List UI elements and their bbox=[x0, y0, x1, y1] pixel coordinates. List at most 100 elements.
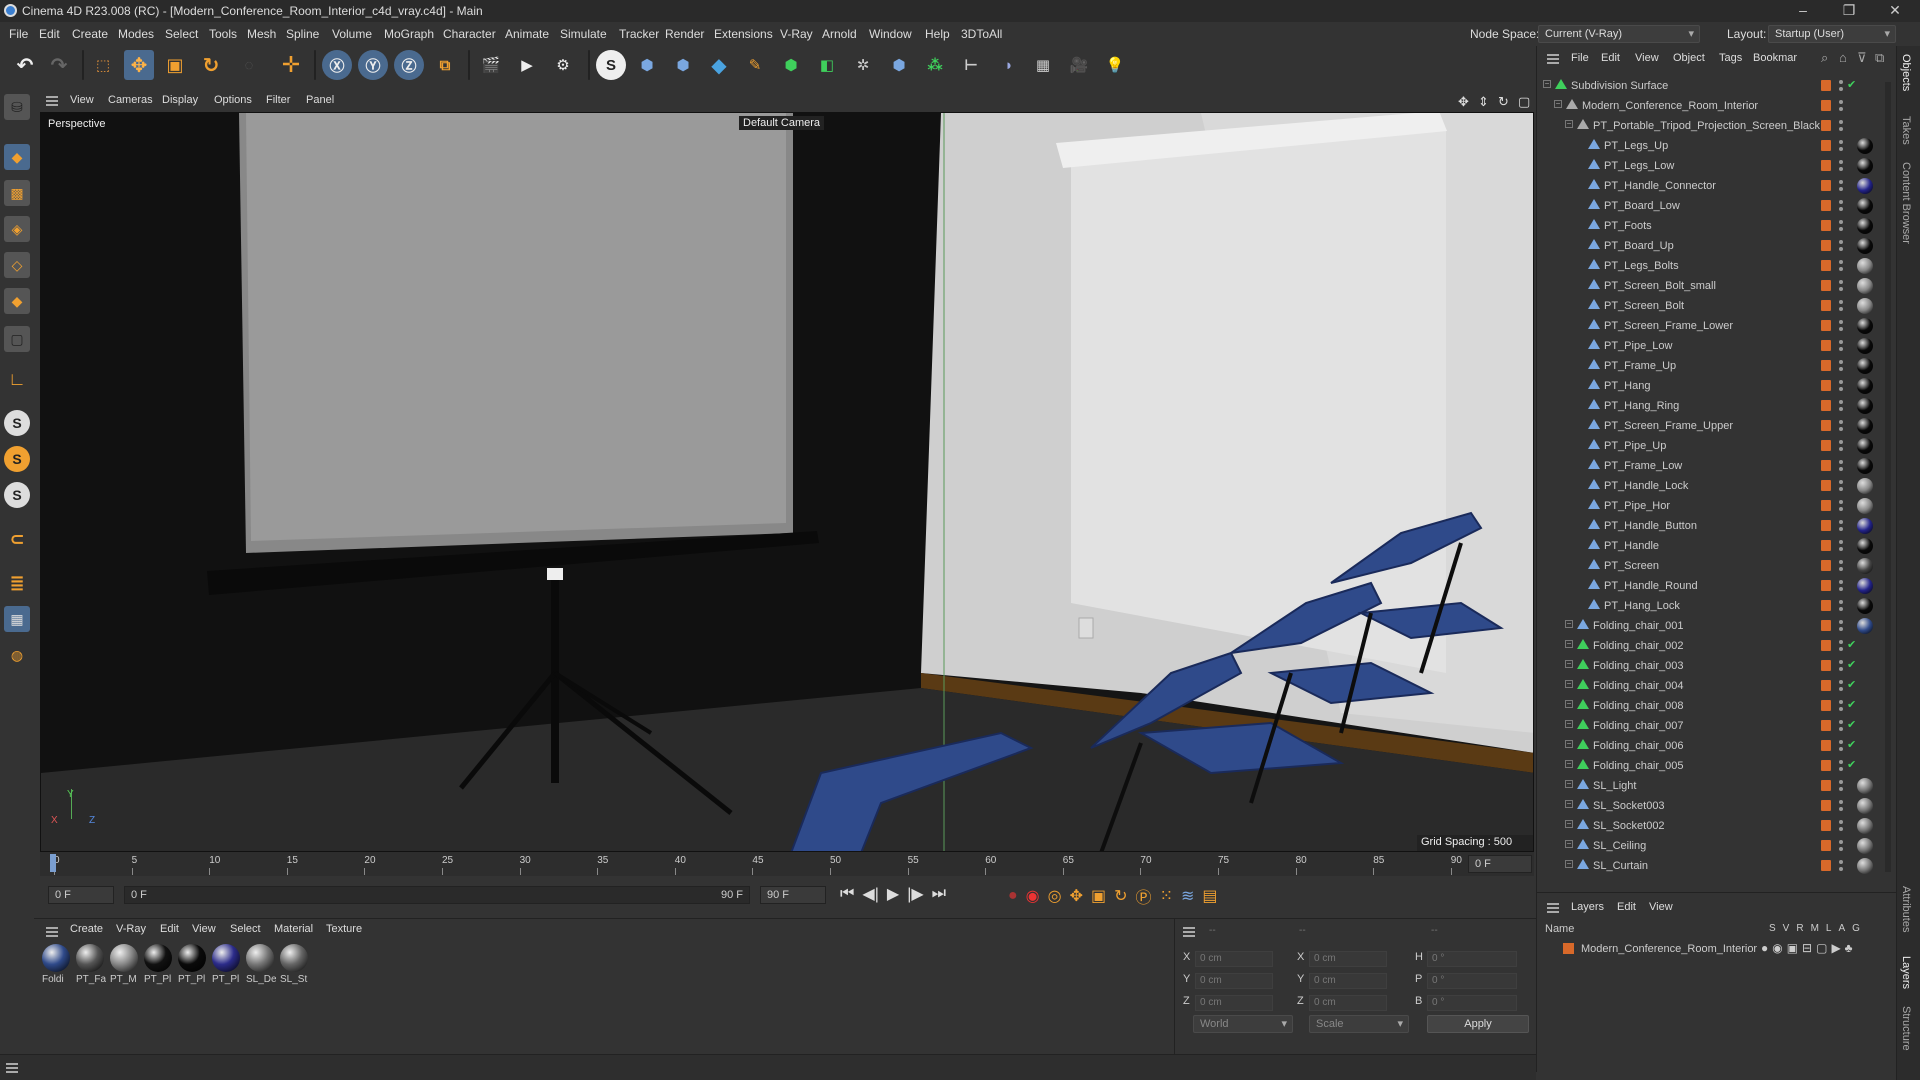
key-position-icon[interactable]: ✥ bbox=[1070, 886, 1083, 906]
object-name[interactable]: PT_Screen_Frame_Lower bbox=[1604, 320, 1733, 332]
viewport-zoom-icon[interactable]: ⇕ bbox=[1478, 94, 1489, 110]
object-name[interactable]: Folding_chair_004 bbox=[1593, 680, 1684, 692]
layer-color-tag[interactable] bbox=[1821, 560, 1831, 571]
minimize-button[interactable]: – bbox=[1780, 0, 1826, 22]
expand-toggle-icon[interactable] bbox=[1576, 440, 1584, 448]
material-label[interactable]: SL_St bbox=[280, 974, 310, 985]
layer-color-tag[interactable] bbox=[1821, 660, 1831, 671]
menu-edit[interactable]: Edit bbox=[39, 27, 60, 41]
object-row[interactable]: − Folding_chair_003 ✔ bbox=[1537, 656, 1883, 676]
layer-color-tag[interactable] bbox=[1821, 160, 1831, 171]
grid-icon[interactable]: ▦ bbox=[4, 606, 30, 632]
close-button[interactable]: ✕ bbox=[1872, 0, 1918, 22]
viewport-rotate-icon[interactable]: ↻ bbox=[1498, 94, 1509, 110]
object-name[interactable]: PT_Screen_Bolt_small bbox=[1604, 280, 1716, 292]
tab-objects[interactable]: Objects bbox=[1900, 54, 1912, 91]
object-row[interactable]: − Folding_chair_004 ✔ bbox=[1537, 676, 1883, 696]
enabled-check-icon[interactable]: ✔ bbox=[1847, 738, 1856, 751]
undo-icon[interactable]: ↶ bbox=[10, 50, 40, 80]
key-pla-icon[interactable]: ⁙ bbox=[1160, 886, 1173, 906]
material-tag-icon[interactable] bbox=[1857, 498, 1873, 514]
layer-color-tag[interactable] bbox=[1821, 840, 1831, 851]
material-menu-create[interactable]: Create bbox=[70, 923, 103, 935]
object-name[interactable]: PT_Pipe_Low bbox=[1604, 340, 1673, 352]
object-row[interactable]: − SL_Socket002 bbox=[1537, 816, 1883, 836]
visibility-dots-icon[interactable] bbox=[1839, 779, 1843, 793]
material-tag-icon[interactable] bbox=[1857, 218, 1873, 234]
tab-structure[interactable]: Structure bbox=[1900, 1006, 1912, 1051]
layers-hamburger-icon[interactable] bbox=[1547, 903, 1559, 913]
expand-toggle-icon[interactable]: − bbox=[1565, 780, 1573, 788]
layer-color-tag[interactable] bbox=[1821, 600, 1831, 611]
material-swatch[interactable] bbox=[212, 944, 240, 972]
material-label[interactable]: Foldi bbox=[42, 974, 72, 985]
object-name[interactable]: SL_Light bbox=[1593, 780, 1636, 792]
objects-home-icon[interactable]: ⌂ bbox=[1839, 50, 1847, 65]
expand-toggle-icon[interactable] bbox=[1576, 160, 1584, 168]
material-tag-icon[interactable] bbox=[1857, 298, 1873, 314]
object-row[interactable]: PT_Screen_Bolt bbox=[1537, 296, 1883, 316]
layer-color-tag[interactable] bbox=[1821, 780, 1831, 791]
enabled-check-icon[interactable]: ✔ bbox=[1847, 678, 1856, 691]
material-tag-icon[interactable] bbox=[1857, 318, 1873, 334]
menu-tools[interactable]: Tools bbox=[209, 27, 237, 41]
object-row[interactable]: PT_Board_Up bbox=[1537, 236, 1883, 256]
object-name[interactable]: PT_Foots bbox=[1604, 220, 1652, 232]
visibility-dots-icon[interactable] bbox=[1839, 599, 1843, 613]
expand-toggle-icon[interactable] bbox=[1576, 520, 1584, 528]
python-icon-3[interactable]: ⬢ bbox=[884, 50, 914, 80]
render-view-icon[interactable]: 🎬 bbox=[476, 50, 506, 80]
object-row[interactable]: PT_Frame_Up bbox=[1537, 356, 1883, 376]
x-axis-icon[interactable]: Ⓧ bbox=[322, 50, 352, 80]
object-row[interactable]: PT_Hang_Lock bbox=[1537, 596, 1883, 616]
layer-color-tag[interactable] bbox=[1821, 520, 1831, 531]
object-name[interactable]: PT_Handle_Connector bbox=[1604, 180, 1716, 192]
expand-toggle-icon[interactable] bbox=[1576, 340, 1584, 348]
object-name[interactable]: PT_Frame_Up bbox=[1604, 360, 1676, 372]
expand-toggle-icon[interactable]: − bbox=[1565, 820, 1573, 828]
layers-menu-view[interactable]: View bbox=[1649, 901, 1673, 913]
material-tag-icon[interactable] bbox=[1857, 358, 1873, 374]
expand-toggle-icon[interactable] bbox=[1576, 180, 1584, 188]
viewport-move-icon[interactable]: ✥ bbox=[1458, 94, 1469, 110]
object-name[interactable]: PT_Portable_Tripod_Projection_Screen_Bla… bbox=[1593, 120, 1820, 132]
visibility-dots-icon[interactable] bbox=[1839, 279, 1843, 293]
material-tag-icon[interactable] bbox=[1857, 558, 1873, 574]
object-row[interactable]: PT_Frame_Low bbox=[1537, 456, 1883, 476]
objects-search-icon[interactable]: ⌕ bbox=[1821, 50, 1828, 66]
layer-color-tag[interactable] bbox=[1821, 720, 1831, 731]
layer-color-tag[interactable] bbox=[1821, 480, 1831, 491]
make-editable-icon[interactable]: ⛁ bbox=[4, 94, 30, 120]
object-row[interactable]: PT_Board_Low bbox=[1537, 196, 1883, 216]
visibility-dots-icon[interactable] bbox=[1839, 639, 1843, 653]
layer-color-tag[interactable] bbox=[1821, 300, 1831, 311]
layers-menu-edit[interactable]: Edit bbox=[1617, 901, 1636, 913]
enabled-check-icon[interactable]: ✔ bbox=[1847, 758, 1856, 771]
coord-value-field[interactable]: 0 ° bbox=[1427, 995, 1517, 1011]
layer-color-tag[interactable] bbox=[1821, 440, 1831, 451]
coord-value-field[interactable]: 0 cm bbox=[1195, 995, 1273, 1011]
material-menu-texture[interactable]: Texture bbox=[326, 923, 362, 935]
viewport-menu-display[interactable]: Display bbox=[162, 94, 198, 106]
visibility-dots-icon[interactable] bbox=[1839, 719, 1843, 733]
layer-row[interactable]: Modern_Conference_Room_Interior ●◉▣⊟▢▶♣ bbox=[1537, 939, 1883, 959]
material-menu-vray[interactable]: V-Ray bbox=[116, 923, 146, 935]
visibility-dots-icon[interactable] bbox=[1839, 619, 1843, 633]
tab-content-browser[interactable]: Content Browser bbox=[1900, 162, 1912, 244]
visibility-dots-icon[interactable] bbox=[1839, 219, 1843, 233]
objects-menu-object[interactable]: Object bbox=[1673, 52, 1705, 64]
expand-toggle-icon[interactable] bbox=[1576, 140, 1584, 148]
coordinate-system-icon[interactable]: ⧉ bbox=[430, 50, 460, 80]
timeline-window-icon[interactable]: ▤ bbox=[1202, 886, 1217, 906]
object-name[interactable]: PT_Pipe_Up bbox=[1604, 440, 1666, 452]
visibility-dots-icon[interactable] bbox=[1839, 459, 1843, 473]
object-row[interactable]: PT_Pipe_Up bbox=[1537, 436, 1883, 456]
layer-color-tag[interactable] bbox=[1821, 460, 1831, 471]
maximize-button[interactable]: ❐ bbox=[1826, 0, 1872, 22]
visibility-dots-icon[interactable] bbox=[1839, 679, 1843, 693]
visibility-dots-icon[interactable] bbox=[1839, 499, 1843, 513]
layer-icon[interactable]: ≣ bbox=[4, 570, 30, 596]
expand-toggle-icon[interactable]: − bbox=[1565, 120, 1573, 128]
object-row[interactable]: PT_Handle_Button bbox=[1537, 516, 1883, 536]
expand-toggle-icon[interactable] bbox=[1576, 500, 1584, 508]
